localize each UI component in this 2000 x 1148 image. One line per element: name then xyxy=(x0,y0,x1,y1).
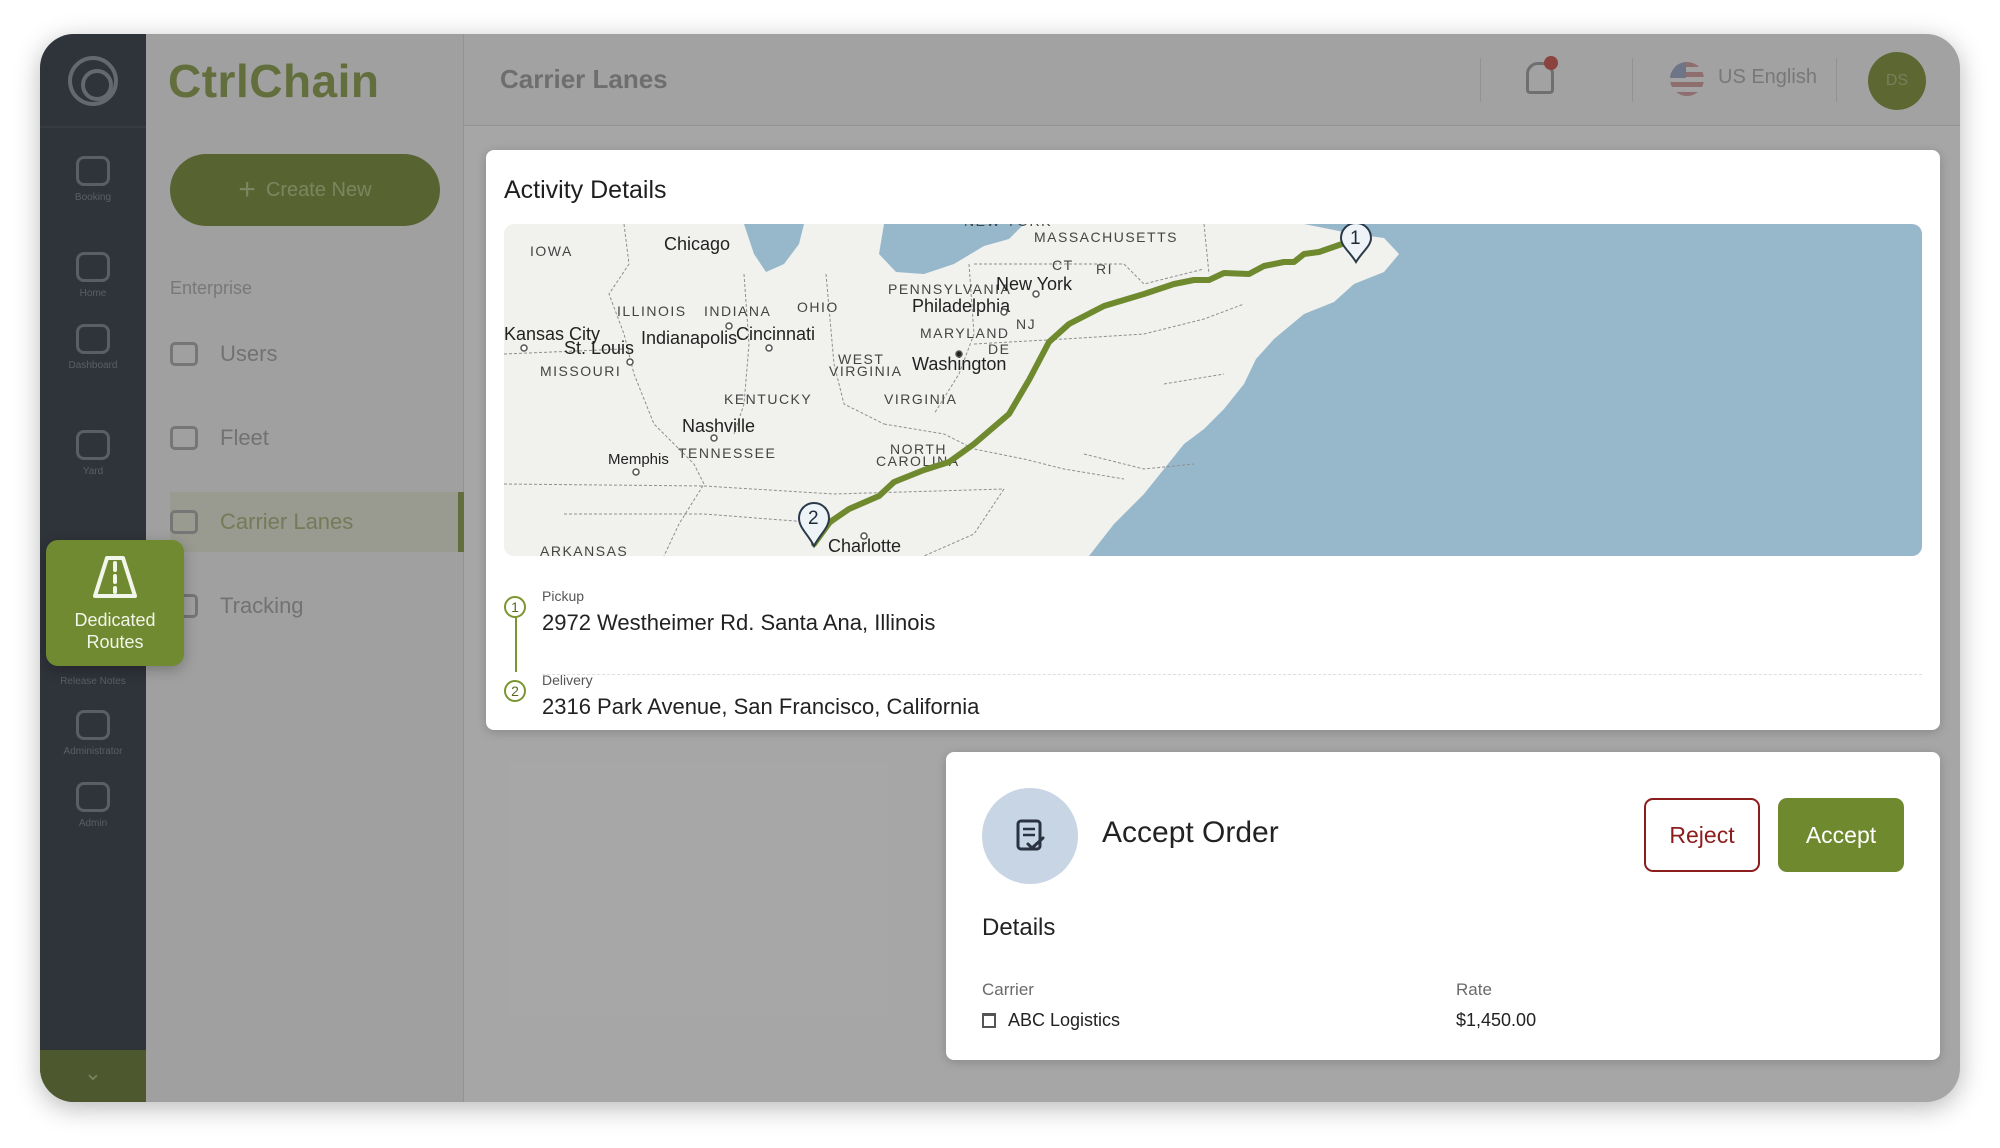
svg-text:VIRGINIA: VIRGINIA xyxy=(829,363,902,379)
svg-text:INDIANA: INDIANA xyxy=(704,303,771,319)
svg-text:MARYLAND: MARYLAND xyxy=(920,325,1010,341)
svg-text:IOWA: IOWA xyxy=(530,243,573,259)
order-badge xyxy=(982,788,1078,884)
accept-order-card: Accept Order Reject Accept Details Carri… xyxy=(946,752,1940,1060)
road-icon xyxy=(93,556,137,598)
svg-text:ILLINOIS: ILLINOIS xyxy=(617,303,687,319)
svg-text:TENNESSEE: TENNESSEE xyxy=(678,445,776,461)
route-connector xyxy=(515,612,517,672)
svg-text:KENTUCKY: KENTUCKY xyxy=(724,391,812,407)
svg-text:Indianapolis: Indianapolis xyxy=(641,328,737,348)
svg-text:Kansas City: Kansas City xyxy=(504,324,600,344)
carrier-label: Carrier xyxy=(982,980,1034,999)
rate-label: Rate xyxy=(1456,980,1492,999)
svg-text:Chicago: Chicago xyxy=(664,234,730,254)
svg-text:CT: CT xyxy=(1052,257,1074,273)
svg-text:Memphis: Memphis xyxy=(608,451,669,468)
details-heading: Details xyxy=(982,914,1056,941)
accept-button[interactable]: Accept xyxy=(1778,798,1904,872)
svg-text:MISSOURI: MISSOURI xyxy=(540,363,621,379)
carrier-value: ABC Logistics xyxy=(982,1010,1120,1031)
svg-text:MASSACHUSETTS: MASSACHUSETTS xyxy=(1034,229,1178,245)
rate-value: $1,450.00 xyxy=(1456,1010,1537,1030)
route-map[interactable]: IOWA ILLINOIS INDIANA OHIO PENNSYLVANIA … xyxy=(504,224,1922,556)
svg-text:NJ: NJ xyxy=(1016,316,1036,332)
svg-text:1: 1 xyxy=(1350,228,1361,249)
stop-number: 2 xyxy=(504,680,526,702)
document-check-icon xyxy=(1016,819,1045,851)
svg-text:PENNSYLVANIA: PENNSYLVANIA xyxy=(888,281,1011,297)
stop-number: 1 xyxy=(504,596,526,618)
stop-label: Pickup xyxy=(542,588,585,604)
accept-order-title: Accept Order xyxy=(1102,816,1279,849)
svg-text:Nashville: Nashville xyxy=(682,416,755,436)
svg-text:Philadelphia: Philadelphia xyxy=(912,296,1011,316)
stop-address: 2316 Park Avenue, San Francisco, Califor… xyxy=(542,694,980,719)
map-marker-pickup[interactable]: 1 xyxy=(1339,224,1373,264)
activity-details-card: Activity Details IOWA ILLINOIS INDIANA O… xyxy=(486,150,1940,730)
svg-text:2: 2 xyxy=(808,508,819,529)
svg-text:VIRGINIA: VIRGINIA xyxy=(884,391,957,407)
app-window: Booking Home Dashboard Yard Release Note… xyxy=(40,34,1960,1102)
rail-item-dedicated-routes[interactable]: Dedicated Routes xyxy=(46,540,184,666)
building-icon xyxy=(982,1013,996,1028)
svg-text:Cincinnati: Cincinnati xyxy=(736,324,815,344)
activity-details-title: Activity Details xyxy=(504,176,667,204)
rail-item-label: Dedicated Routes xyxy=(74,610,156,652)
stop-label: Delivery xyxy=(542,672,593,688)
svg-text:RI: RI xyxy=(1096,261,1113,277)
svg-text:OHIO: OHIO xyxy=(797,299,839,315)
map-marker-delivery[interactable]: 2 xyxy=(797,502,831,549)
svg-text:ARKANSAS: ARKANSAS xyxy=(540,543,628,556)
stop-address: 2972 Westheimer Rd. Santa Ana, Illinois xyxy=(542,610,936,635)
svg-text:NEW YORK: NEW YORK xyxy=(964,224,1052,229)
reject-button[interactable]: Reject xyxy=(1644,798,1760,872)
